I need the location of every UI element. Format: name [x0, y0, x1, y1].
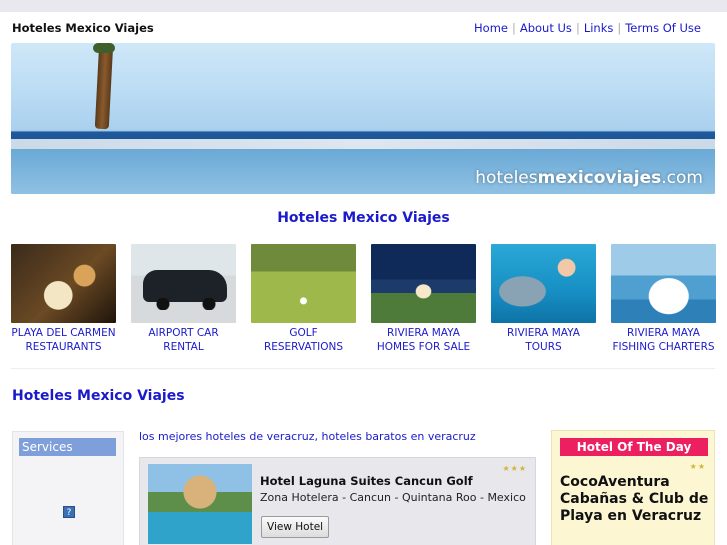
- caption-line[interactable]: RIVIERA MAYA: [387, 327, 460, 339]
- brand-tld: .com: [661, 168, 703, 188]
- site-name: Hoteles Mexico Viajes: [12, 21, 154, 35]
- section-title: Hoteles Mexico Viajes: [12, 388, 185, 404]
- hotel-name[interactable]: Hotel Laguna Suites Cancun Golf: [260, 474, 473, 488]
- thumb-golf[interactable]: GOLF RESERVATIONS: [251, 244, 356, 354]
- caption-line[interactable]: RENTAL: [163, 341, 203, 353]
- caption-line[interactable]: AIRPORT CAR: [148, 327, 218, 339]
- star-rating-icon: ★★★: [502, 464, 527, 473]
- thumbnail-row: PLAYA DEL CARMEN RESTAURANTS AIRPORT CAR R…: [11, 244, 719, 356]
- nav-home[interactable]: Home: [474, 21, 508, 35]
- help-icon[interactable]: ?: [63, 506, 75, 518]
- main-title: Hoteles Mexico Viajes: [277, 210, 450, 226]
- page: Hoteles Mexico Viajes Home | About Us | Link…: [0, 12, 727, 545]
- banner-pool-edge: [11, 139, 715, 149]
- thumb-caption[interactable]: RIVIERA MAYA FISHING CHARTERS: [611, 326, 716, 354]
- intro-link[interactable]: los mejores hoteles de veracruz, hoteles…: [139, 430, 476, 443]
- nav-terms-of-use[interactable]: Terms Of Use: [625, 21, 701, 35]
- thumb-restaurants[interactable]: PLAYA DEL CARMEN RESTAURANTS: [11, 244, 116, 354]
- thumb-caption[interactable]: AIRPORT CAR RENTAL: [131, 326, 236, 354]
- nav-separator: |: [617, 21, 622, 35]
- car-rental-image[interactable]: [131, 244, 236, 323]
- caption-line[interactable]: GOLF: [289, 327, 317, 339]
- thumb-tours[interactable]: RIVIERA MAYA TOURS: [491, 244, 596, 354]
- hotel-location: Zona Hotelera - Cancun - Quintana Roo - …: [260, 491, 526, 504]
- homes-image[interactable]: [371, 244, 476, 323]
- thumb-caption[interactable]: RIVIERA MAYA TOURS: [491, 326, 596, 354]
- nav-separator: |: [511, 21, 516, 35]
- restaurants-image[interactable]: [11, 244, 116, 323]
- thumb-fishing[interactable]: RIVIERA MAYA FISHING CHARTERS: [611, 244, 716, 354]
- star-rating-icon: ★★: [689, 462, 706, 471]
- fishing-image[interactable]: [611, 244, 716, 323]
- thumb-caption[interactable]: RIVIERA MAYA HOMES FOR SALE: [371, 326, 476, 354]
- services-header: Services: [19, 438, 116, 456]
- caption-line[interactable]: RESTAURANTS: [25, 341, 101, 353]
- hotel-card: ★★★ Hotel Laguna Suites Cancun Golf Zona…: [139, 457, 536, 545]
- view-hotel-button[interactable]: View Hotel: [261, 516, 330, 538]
- brand-plain: hoteles: [475, 168, 538, 188]
- caption-line[interactable]: TOURS: [525, 341, 561, 353]
- thumb-car-rental[interactable]: AIRPORT CAR RENTAL: [131, 244, 236, 354]
- nav-about-us[interactable]: About Us: [520, 21, 572, 35]
- banner-brand: hotelesmexicoviajes.com: [475, 168, 703, 188]
- golf-image[interactable]: [251, 244, 356, 323]
- caption-line[interactable]: RIVIERA MAYA: [507, 327, 580, 339]
- caption-line[interactable]: RIVIERA MAYA: [627, 327, 700, 339]
- brand-bold: mexicoviajes: [537, 168, 662, 188]
- tours-image[interactable]: [491, 244, 596, 323]
- nav-links[interactable]: Links: [584, 21, 614, 35]
- top-nav: Home | About Us | Links | Terms Of Use: [474, 21, 701, 35]
- thumb-homes[interactable]: RIVIERA MAYA HOMES FOR SALE: [371, 244, 476, 354]
- caption-line[interactable]: FISHING CHARTERS: [612, 341, 714, 353]
- caption-line[interactable]: PLAYA DEL CARMEN: [11, 327, 115, 339]
- hotel-photo[interactable]: [148, 464, 252, 544]
- palm-leaves: [93, 43, 115, 53]
- services-box: Services ?: [12, 431, 124, 545]
- thumb-caption[interactable]: GOLF RESERVATIONS: [251, 326, 356, 354]
- hotel-of-the-day-title[interactable]: CocoAventura Cabañas & Club de Playa en …: [560, 474, 710, 525]
- banner-image: hotelesmexicoviajes.com: [11, 43, 715, 194]
- caption-line[interactable]: HOMES FOR SALE: [377, 341, 470, 353]
- hotel-of-the-day-header: Hotel Of The Day: [560, 438, 708, 456]
- divider: [11, 368, 715, 369]
- thumb-caption[interactable]: PLAYA DEL CARMEN RESTAURANTS: [11, 326, 116, 354]
- caption-line[interactable]: RESERVATIONS: [264, 341, 343, 353]
- hotel-of-the-day-box: Hotel Of The Day ★★ CocoAventura Cabañas…: [551, 430, 715, 545]
- nav-separator: |: [575, 21, 580, 35]
